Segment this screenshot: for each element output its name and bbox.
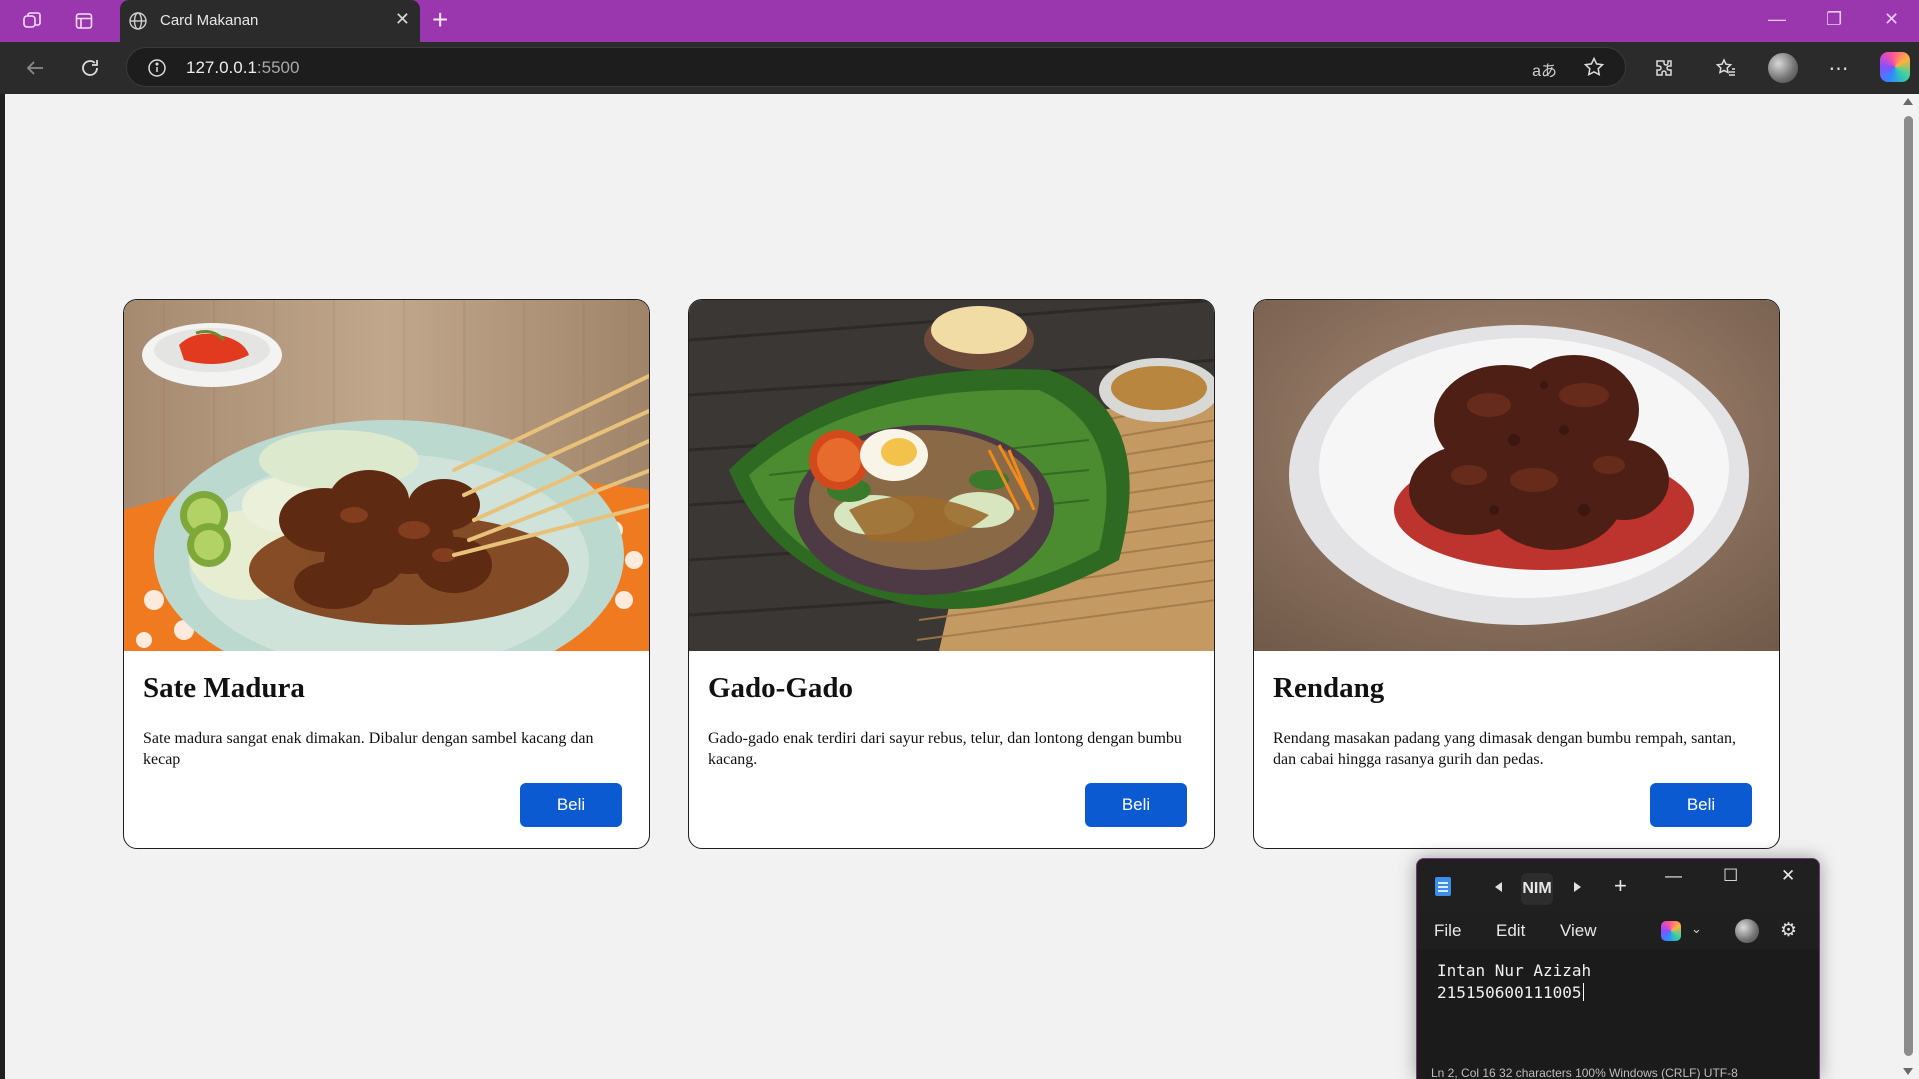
active-tab[interactable]: Card Makanan ✕ — [120, 0, 420, 42]
notepad-status-bar: Ln 2, Col 16 32 characters 100% Windows … — [1431, 1066, 1738, 1079]
text-caret — [1582, 983, 1584, 1001]
notepad-titlebar: NIM + — ☐ ✕ — [1417, 859, 1819, 911]
scroll-down-icon[interactable] — [1903, 1068, 1913, 1075]
food-card: Gado-Gado Gado-gado enak terdiri dari sa… — [688, 299, 1215, 849]
restore-icon[interactable]: ❐ — [1826, 10, 1842, 28]
site-info-icon[interactable] — [147, 58, 167, 83]
tab-scroll-left-icon[interactable] — [1495, 882, 1502, 892]
address-bar[interactable]: 127.0.0.1:5500 aあ — [126, 47, 1626, 87]
card-title: Sate Madura — [143, 672, 305, 704]
menu-file[interactable]: File — [1434, 921, 1461, 941]
tab-title: Card Makanan — [160, 12, 259, 29]
minimize-icon[interactable]: — — [1768, 10, 1786, 28]
menu-view[interactable]: View — [1560, 921, 1597, 941]
notepad-window: NIM + — ☐ ✕ File Edit View ⌄ ⚙ Intan Nur… — [1416, 858, 1820, 1079]
copilot-icon[interactable] — [1880, 52, 1910, 82]
browser-toolbar: 127.0.0.1:5500 aあ ⋯ — [0, 42, 1919, 94]
menu-edit[interactable]: Edit — [1496, 921, 1525, 941]
card-description: Rendang masakan padang yang dimasak deng… — [1273, 730, 1736, 768]
back-icon[interactable] — [22, 55, 48, 81]
browser-tab-bar: Card Makanan ✕ + — ❐ ✕ — [0, 0, 1919, 42]
notepad-account-avatar[interactable] — [1735, 919, 1759, 943]
food-card: Rendang Rendang masakan padang yang dima… — [1253, 299, 1780, 849]
sate-madura-image — [124, 300, 649, 651]
notepad-maximize-icon[interactable]: ☐ — [1723, 867, 1738, 884]
extensions-icon[interactable] — [1651, 55, 1677, 81]
notepad-new-tab-icon[interactable]: + — [1614, 875, 1627, 897]
tab-actions-icon[interactable] — [72, 9, 96, 33]
scroll-up-icon[interactable] — [1903, 98, 1913, 105]
profile-avatar[interactable] — [1768, 53, 1798, 83]
favorite-star-icon[interactable] — [1583, 56, 1605, 83]
buy-button[interactable]: Beli — [1650, 783, 1752, 827]
card-description: Sate madura sangat enak dimakan. Dibalur… — [143, 730, 594, 768]
url-text: 127.0.0.1:5500 — [186, 58, 299, 78]
notepad-minimize-icon[interactable]: — — [1665, 867, 1682, 884]
read-aloud-icon[interactable]: aあ — [1532, 57, 1557, 81]
scrollbar-thumb[interactable] — [1904, 116, 1913, 1056]
rendang-image — [1254, 300, 1779, 651]
card-title: Rendang — [1273, 672, 1385, 704]
text-line: 215150600111005 — [1437, 983, 1582, 1002]
favorites-icon[interactable] — [1713, 55, 1739, 81]
url-port: :5500 — [256, 58, 300, 77]
close-window-icon[interactable]: ✕ — [1884, 10, 1899, 28]
notepad-tab-label: NIM — [1522, 880, 1552, 897]
workspaces-icon[interactable] — [20, 9, 44, 33]
page-scrollbar[interactable] — [1898, 94, 1919, 1079]
food-card: Sate Madura Sate madura sangat enak dima… — [123, 299, 650, 849]
new-tab-button[interactable]: + — [432, 6, 448, 34]
text-line: Intan Nur Azizah — [1437, 961, 1592, 980]
close-tab-icon[interactable]: ✕ — [395, 10, 410, 28]
card-description: Gado-gado enak terdiri dari sayur rebus,… — [708, 730, 1182, 768]
notepad-app-icon — [1435, 877, 1451, 896]
notepad-text-area[interactable]: Intan Nur Azizah 215150600111005 Ln 2, C… — [1417, 949, 1819, 1079]
notepad-menubar: File Edit View ⌄ ⚙ — [1417, 911, 1819, 949]
gado-gado-image — [689, 300, 1214, 651]
buy-button[interactable]: Beli — [520, 783, 622, 827]
notepad-close-icon[interactable]: ✕ — [1781, 867, 1795, 884]
chevron-down-icon[interactable]: ⌄ — [1691, 921, 1702, 937]
card-title: Gado-Gado — [708, 672, 854, 704]
refresh-icon[interactable] — [77, 55, 103, 81]
tab-scroll-right-icon[interactable] — [1574, 882, 1581, 892]
globe-icon — [128, 11, 148, 35]
gear-icon[interactable]: ⚙ — [1780, 919, 1797, 942]
notepad-tab[interactable]: NIM — [1521, 873, 1553, 905]
notepad-copilot-icon[interactable] — [1661, 921, 1681, 941]
more-options-icon[interactable]: ⋯ — [1826, 55, 1852, 81]
url-host: 127.0.0.1 — [186, 58, 257, 77]
buy-button[interactable]: Beli — [1085, 783, 1187, 827]
